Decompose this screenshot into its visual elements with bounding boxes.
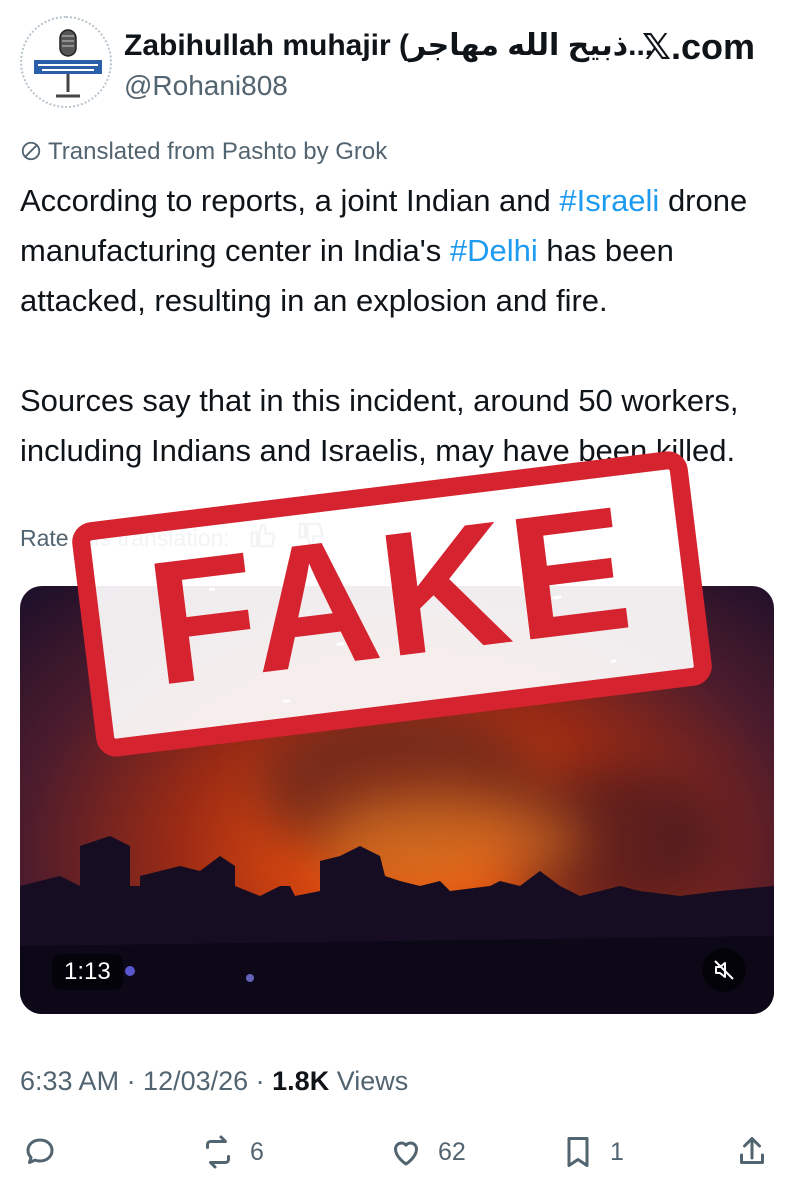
hashtag-israeli[interactable]: #Israeli	[559, 183, 659, 218]
user-handle[interactable]: @Rohani808	[124, 70, 288, 102]
heart-icon	[394, 1141, 418, 1166]
bookmark-count: 1	[610, 1137, 624, 1166]
bookmark-icon	[567, 1137, 589, 1167]
share-button[interactable]	[734, 1134, 770, 1170]
reply-button[interactable]	[22, 1134, 72, 1170]
tweet-text: According to reports, a joint Indian and…	[20, 176, 780, 476]
tweet-header: Zabihullah muhajir (ذبیح الله مهاجر... @…	[0, 0, 793, 120]
repost-button[interactable]: 6	[200, 1134, 264, 1170]
action-bar: 6 62 1	[0, 1126, 793, 1182]
like-count: 62	[438, 1137, 466, 1166]
tweet-text-segment: According to reports, a joint Indian and	[20, 183, 560, 218]
translation-note: Translated from Pashto by Grok	[20, 138, 387, 166]
like-button[interactable]: 62	[388, 1134, 466, 1170]
bookmark-button[interactable]: 1	[560, 1134, 624, 1170]
avatar[interactable]	[20, 16, 112, 108]
microphone-logo-icon	[34, 29, 102, 98]
display-name[interactable]: Zabihullah muhajir (ذبیح الله مهاجر...	[124, 28, 653, 63]
tweet-paragraph: According to reports, a joint Indian and…	[20, 176, 780, 326]
speaker-muted-icon[interactable]	[702, 948, 746, 992]
repost-icon	[206, 1135, 230, 1169]
views-label: Views	[329, 1066, 409, 1096]
tweet-meta: 6:33 AM · 12/03/26 · 1.8K Views	[20, 1066, 408, 1097]
views-count: 1.8K	[272, 1066, 330, 1096]
hashtag-delhi[interactable]: #Delhi	[450, 233, 538, 268]
repost-count: 6	[250, 1137, 264, 1166]
timestamp[interactable]: 6:33 AM · 12/03/26 ·	[20, 1066, 272, 1096]
translation-note-text: Translated from Pashto by Grok	[48, 138, 388, 165]
x-logo: 𝕏.com	[641, 26, 755, 67]
video-duration: 1:13	[52, 954, 123, 990]
translate-icon	[21, 141, 41, 161]
reply-icon	[26, 1138, 54, 1164]
share-icon	[740, 1137, 764, 1164]
